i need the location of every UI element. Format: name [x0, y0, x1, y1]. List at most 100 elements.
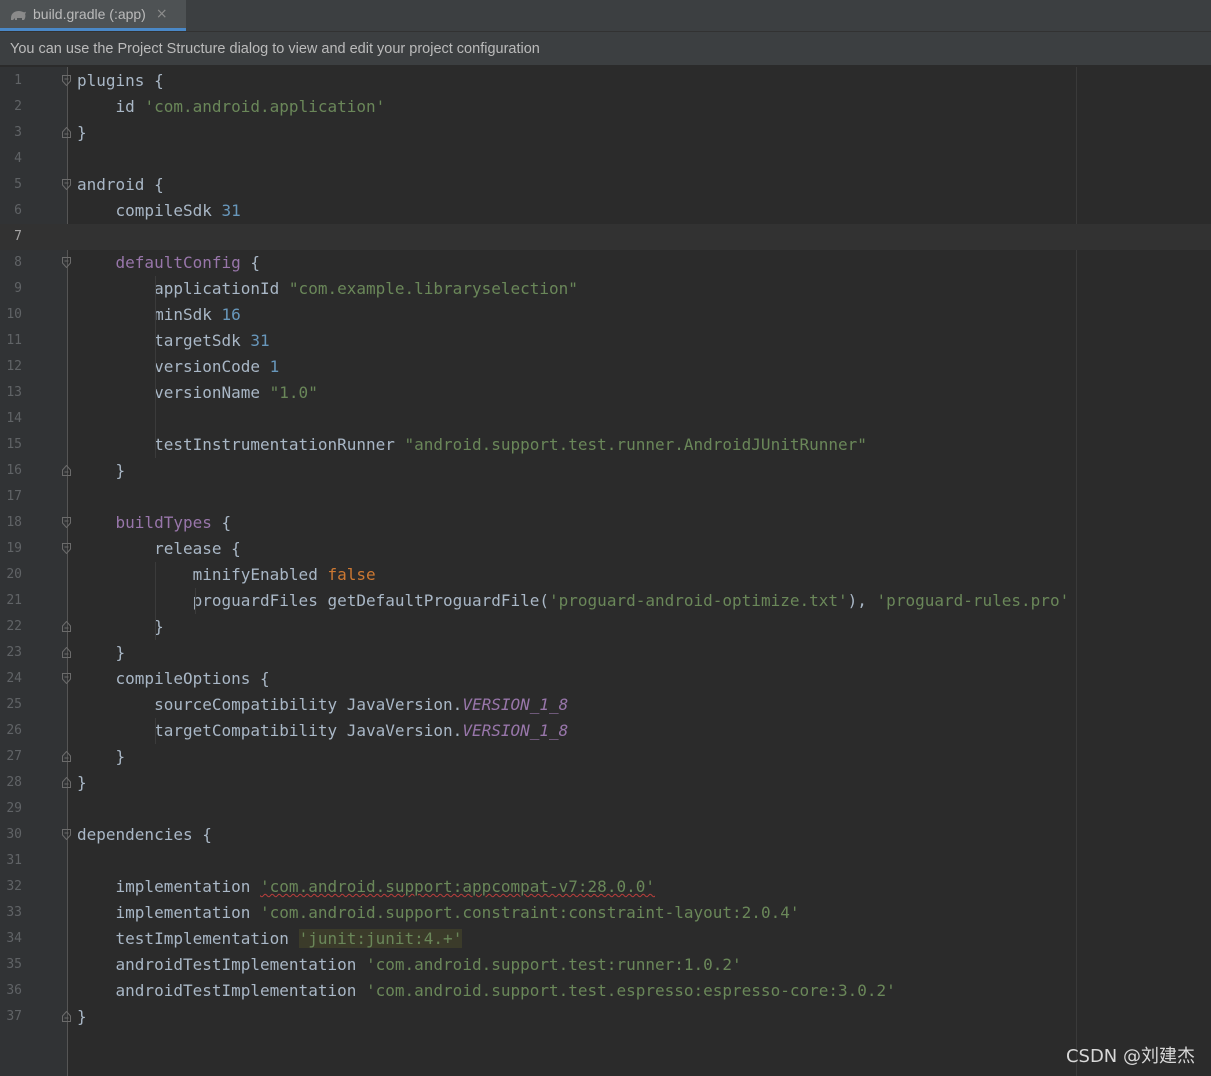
code-line[interactable]: 31 [0, 848, 1211, 874]
code-line[interactable]: 34 testImplementation 'junit:junit:4.+' [0, 926, 1211, 952]
fold-close-icon[interactable] [62, 751, 71, 762]
line-number: 2 [14, 99, 22, 114]
indent-guide [195, 588, 196, 614]
code-line[interactable]: 2 id 'com.android.application' [0, 94, 1211, 120]
code-line[interactable]: 24 compileOptions { [0, 666, 1211, 692]
code-line[interactable]: 27 } [0, 744, 1211, 770]
code-text: release { [77, 536, 241, 562]
line-number: 17 [6, 489, 22, 504]
code-line[interactable]: 10 minSdk 16 [0, 302, 1211, 328]
code-line[interactable]: 32 implementation 'com.android.support:a… [0, 874, 1211, 900]
code-token: } [77, 1007, 87, 1026]
code-line[interactable]: 12 versionCode 1 [0, 354, 1211, 380]
line-number: 24 [6, 671, 22, 686]
code-text: proguardFiles getDefaultProguardFile('pr… [77, 588, 1070, 614]
code-line[interactable]: 28} [0, 770, 1211, 796]
line-number: 10 [6, 307, 22, 322]
line-number: 35 [6, 957, 22, 972]
code-line[interactable]: 21 proguardFiles getDefaultProguardFile(… [0, 588, 1211, 614]
code-line[interactable]: 37} [0, 1004, 1211, 1030]
fold-open-icon[interactable] [62, 75, 71, 86]
line-number: 12 [6, 359, 22, 374]
code-line[interactable]: 20 minifyEnabled false [0, 562, 1211, 588]
code-line[interactable]: 16 } [0, 458, 1211, 484]
line-number: 33 [6, 905, 22, 920]
code-line[interactable]: 4 [0, 146, 1211, 172]
watermark: CSDN @刘建杰 [1065, 1046, 1195, 1067]
code-token: "android.support.test.runner.AndroidJUni… [404, 435, 867, 454]
code-editor[interactable]: 1 plugins {2 id 'com.android.application'… [0, 67, 1211, 1076]
code-line[interactable]: 33 implementation 'com.android.support.c… [0, 900, 1211, 926]
code-line[interactable]: 35 androidTestImplementation 'com.androi… [0, 952, 1211, 978]
code-token: 'com.android.support.test.espresso:espre… [365, 981, 896, 1000]
gradle-elephant-icon [9, 7, 27, 21]
code-line[interactable]: 30 dependencies { [0, 822, 1211, 848]
line-number: 34 [6, 931, 22, 946]
code-line[interactable]: 23 } [0, 640, 1211, 666]
code-line[interactable]: 26 targetCompatibility JavaVersion.VERSI… [0, 718, 1211, 744]
code-text: testImplementation 'junit:junit:4.+' [77, 926, 463, 952]
fold-open-icon[interactable] [62, 257, 71, 268]
code-line[interactable]: 6 compileSdk 31 [0, 198, 1211, 224]
code-line[interactable]: 29 [0, 796, 1211, 822]
line-number: 4 [14, 151, 22, 166]
tab-label: build.gradle (:app) [33, 6, 146, 22]
fold-close-icon[interactable] [62, 621, 71, 632]
line-number: 13 [6, 385, 22, 400]
code-line[interactable]: 19 release { [0, 536, 1211, 562]
fold-open-icon[interactable] [62, 673, 71, 684]
line-number: 29 [6, 801, 22, 816]
code-line[interactable]: 5 android { [0, 172, 1211, 198]
code-line[interactable]: 11 targetSdk 31 [0, 328, 1211, 354]
code-line[interactable]: 9 applicationId "com.example.librarysele… [0, 276, 1211, 302]
code-text: id 'com.android.application' [77, 94, 386, 120]
code-token: androidTestImplementation [77, 981, 366, 1000]
code-line[interactable]: 3} [0, 120, 1211, 146]
code-text: androidTestImplementation 'com.android.s… [77, 952, 742, 978]
fold-open-icon[interactable] [62, 543, 71, 554]
code-token: 'junit:junit:4.+' [298, 929, 463, 948]
code-token: release { [77, 539, 241, 558]
tab-build-gradle-app[interactable]: build.gradle (:app) × [0, 0, 186, 31]
code-line[interactable]: 25 sourceCompatibility JavaVersion.VERSI… [0, 692, 1211, 718]
code-token: 'proguard-rules.pro' [876, 591, 1070, 610]
code-token: targetSdk [77, 331, 251, 350]
fold-close-icon[interactable] [62, 647, 71, 658]
fold-close-icon[interactable] [62, 127, 71, 138]
code-line[interactable]: 14 [0, 406, 1211, 432]
close-icon[interactable]: × [156, 6, 168, 22]
line-number: 27 [6, 749, 22, 764]
code-line[interactable]: 7 [0, 224, 1211, 250]
fold-open-icon[interactable] [62, 829, 71, 840]
fold-close-icon[interactable] [62, 465, 71, 476]
fold-open-icon[interactable] [62, 517, 71, 528]
code-text: } [77, 770, 87, 796]
project-structure-banner: You can use the Project Structure dialog… [0, 32, 1211, 66]
code-line[interactable]: 18 buildTypes { [0, 510, 1211, 536]
code-line[interactable]: 22 } [0, 614, 1211, 640]
code-text: versionName "1.0" [77, 380, 318, 406]
code-line[interactable]: 8 defaultConfig { [0, 250, 1211, 276]
fold-open-icon[interactable] [62, 179, 71, 190]
code-token: } [77, 643, 126, 662]
line-number: 3 [14, 125, 22, 140]
code-line[interactable]: 1 plugins { [0, 68, 1211, 94]
code-text: android { [77, 172, 164, 198]
line-number: 22 [6, 619, 22, 634]
code-token: implementation [77, 877, 261, 896]
code-line[interactable]: 13 versionName "1.0" [0, 380, 1211, 406]
code-token: versionCode [77, 357, 270, 376]
line-number: 7 [14, 229, 22, 244]
code-line[interactable]: 15 testInstrumentationRunner "android.su… [0, 432, 1211, 458]
fold-close-icon[interactable] [62, 777, 71, 788]
fold-close-icon[interactable] [62, 1011, 71, 1022]
line-number: 14 [6, 411, 22, 426]
code-token: } [77, 461, 126, 480]
code-token: testImplementation [77, 929, 299, 948]
code-line[interactable]: 17 [0, 484, 1211, 510]
code-text: sourceCompatibility JavaVersion.VERSION_… [77, 692, 568, 718]
code-line[interactable]: 36 androidTestImplementation 'com.androi… [0, 978, 1211, 1004]
code-token: buildTypes [115, 513, 212, 532]
